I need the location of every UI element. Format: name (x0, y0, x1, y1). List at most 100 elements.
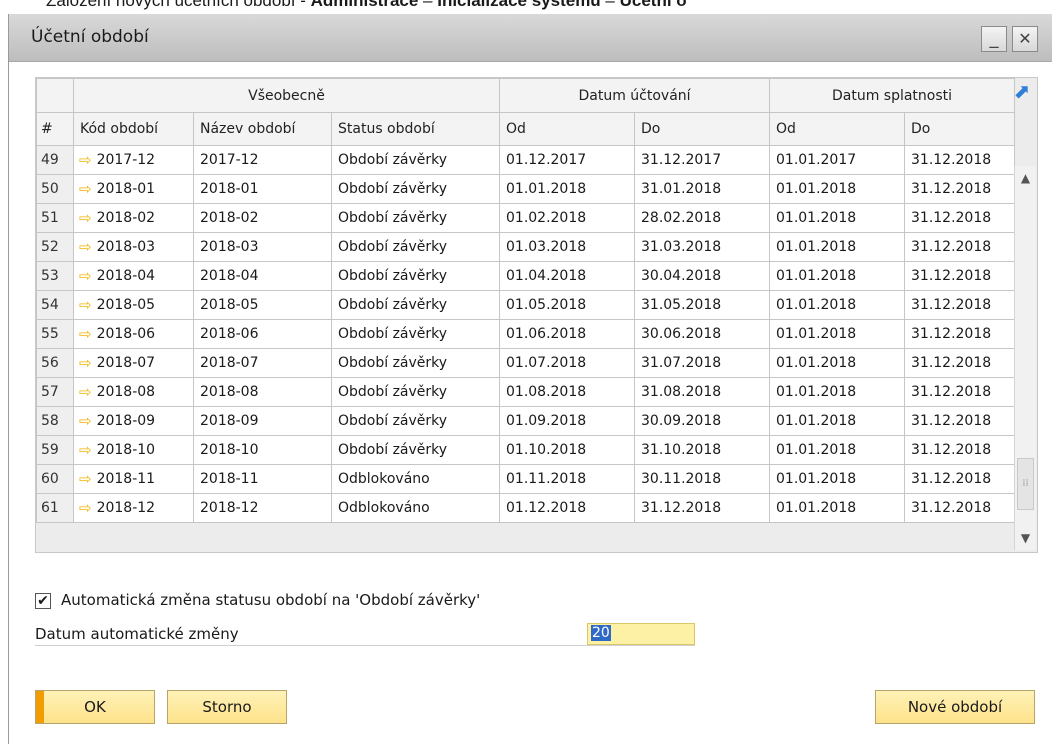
period-name-cell[interactable]: 2018-03 (193, 232, 332, 262)
due-to-cell[interactable]: 31.12.2018 (904, 203, 1015, 233)
due-from-cell[interactable]: 01.01.2018 (769, 435, 905, 465)
period-name-cell[interactable]: 2018-02 (193, 203, 332, 233)
period-code-cell[interactable]: ⇨ 2018-03 (73, 232, 194, 262)
posting-to-cell[interactable]: 28.02.2018 (634, 203, 770, 233)
arrow-right-icon[interactable]: ⇨ (79, 151, 92, 169)
due-from-cell[interactable]: 01.01.2018 (769, 203, 905, 233)
period-name-cell[interactable]: 2018-01 (193, 174, 332, 204)
arrow-right-icon[interactable]: ⇨ (79, 441, 92, 459)
due-from-cell[interactable]: 01.01.2018 (769, 406, 905, 436)
table-row[interactable]: 49 ⇨ 2017-12 2017-12 Období závěrky 01.12.201… (36, 145, 1015, 175)
table-row[interactable]: 55 ⇨ 2018-06 2018-06 Období závěrky 01.06.201… (36, 319, 1015, 349)
scroll-up-arrow-icon[interactable]: ▲ (1015, 166, 1036, 190)
posting-to-cell[interactable]: 31.12.2018 (634, 493, 770, 523)
period-code-cell[interactable]: ⇨ 2018-09 (73, 406, 194, 436)
period-status-cell[interactable]: Období závěrky (331, 232, 500, 262)
ok-button[interactable]: OK (35, 690, 155, 724)
arrow-right-icon[interactable]: ⇨ (79, 209, 92, 227)
vertical-scrollbar[interactable]: ▲ ⁞⁞ ▼ (1014, 166, 1036, 550)
period-status-cell[interactable]: Období závěrky (331, 377, 500, 407)
period-code-cell[interactable]: ⇨ 2018-11 (73, 464, 194, 494)
due-to-cell[interactable]: 31.12.2018 (904, 435, 1015, 465)
period-status-cell[interactable]: Období závěrky (331, 435, 500, 465)
row-number-cell[interactable]: 54 (36, 290, 74, 320)
period-code-cell[interactable]: ⇨ 2018-02 (73, 203, 194, 233)
period-status-cell[interactable]: Odblokováno (331, 493, 500, 523)
arrow-right-icon[interactable]: ⇨ (79, 412, 92, 430)
posting-from-cell[interactable]: 01.03.2018 (499, 232, 635, 262)
row-number-cell[interactable]: 50 (36, 174, 74, 204)
row-number-cell[interactable]: 53 (36, 261, 74, 291)
period-code-cell[interactable]: ⇨ 2018-10 (73, 435, 194, 465)
close-button[interactable]: ✕ (1012, 26, 1038, 52)
due-from-cell[interactable]: 01.01.2018 (769, 464, 905, 494)
posting-from-cell[interactable]: 01.04.2018 (499, 261, 635, 291)
table-row[interactable]: 58 ⇨ 2018-09 2018-09 Období závěrky 01.09.201… (36, 406, 1015, 436)
due-from-cell[interactable]: 01.01.2018 (769, 174, 905, 204)
posting-to-cell[interactable]: 31.08.2018 (634, 377, 770, 407)
table-row[interactable]: 54 ⇨ 2018-05 2018-05 Období závěrky 01.05.201… (36, 290, 1015, 320)
table-row[interactable]: 51 ⇨ 2018-02 2018-02 Období závěrky 01.02.201… (36, 203, 1015, 233)
period-status-cell[interactable]: Období závěrky (331, 203, 500, 233)
due-from-cell[interactable]: 01.01.2018 (769, 493, 905, 523)
period-code-cell[interactable]: ⇨ 2018-12 (73, 493, 194, 523)
posting-to-cell[interactable]: 31.03.2018 (634, 232, 770, 262)
table-row[interactable]: 57 ⇨ 2018-08 2018-08 Období závěrky 01.08.201… (36, 377, 1015, 407)
table-row[interactable]: 53 ⇨ 2018-04 2018-04 Období závěrky 01.04.201… (36, 261, 1015, 291)
posting-to-cell[interactable]: 31.10.2018 (634, 435, 770, 465)
row-number-cell[interactable]: 55 (36, 319, 74, 349)
scroll-down-arrow-icon[interactable]: ▼ (1015, 526, 1036, 550)
period-code-cell[interactable]: ⇨ 2018-04 (73, 261, 194, 291)
posting-to-cell[interactable]: 31.01.2018 (634, 174, 770, 204)
expand-icon[interactable]: ⬈ (1011, 80, 1033, 102)
posting-to-cell[interactable]: 31.05.2018 (634, 290, 770, 320)
table-row[interactable]: 52 ⇨ 2018-03 2018-03 Období závěrky 01.03.201… (36, 232, 1015, 262)
due-from-cell[interactable]: 01.01.2018 (769, 348, 905, 378)
posting-from-cell[interactable]: 01.10.2018 (499, 435, 635, 465)
period-status-cell[interactable]: Období závěrky (331, 319, 500, 349)
period-code-cell[interactable]: ⇨ 2018-06 (73, 319, 194, 349)
column-header-period-status[interactable]: Status období (331, 112, 500, 146)
posting-from-cell[interactable]: 01.11.2018 (499, 464, 635, 494)
period-code-cell[interactable]: ⇨ 2018-05 (73, 290, 194, 320)
period-status-cell[interactable]: Odblokováno (331, 464, 500, 494)
period-name-cell[interactable]: 2018-11 (193, 464, 332, 494)
period-status-cell[interactable]: Období závěrky (331, 145, 500, 175)
due-to-cell[interactable]: 31.12.2018 (904, 261, 1015, 291)
column-header-number[interactable]: # (36, 112, 74, 146)
row-number-cell[interactable]: 61 (36, 493, 74, 523)
row-number-cell[interactable]: 51 (36, 203, 74, 233)
due-to-cell[interactable]: 31.12.2018 (904, 145, 1015, 175)
period-name-cell[interactable]: 2018-12 (193, 493, 332, 523)
posting-to-cell[interactable]: 31.07.2018 (634, 348, 770, 378)
period-name-cell[interactable]: 2017-12 (193, 145, 332, 175)
cancel-button[interactable]: Storno (167, 690, 287, 724)
row-number-cell[interactable]: 56 (36, 348, 74, 378)
period-status-cell[interactable]: Období závěrky (331, 290, 500, 320)
arrow-right-icon[interactable]: ⇨ (79, 383, 92, 401)
new-period-button[interactable]: Nové období (875, 690, 1035, 724)
row-number-cell[interactable]: 59 (36, 435, 74, 465)
due-to-cell[interactable]: 31.12.2018 (904, 174, 1015, 204)
due-from-cell[interactable]: 01.01.2018 (769, 319, 905, 349)
due-from-cell[interactable]: 01.01.2017 (769, 145, 905, 175)
period-code-cell[interactable]: ⇨ 2017-12 (73, 145, 194, 175)
period-name-cell[interactable]: 2018-05 (193, 290, 332, 320)
auto-change-date-input[interactable]: 20 (587, 623, 695, 645)
posting-from-cell[interactable]: 01.02.2018 (499, 203, 635, 233)
due-to-cell[interactable]: 31.12.2018 (904, 348, 1015, 378)
arrow-right-icon[interactable]: ⇨ (79, 354, 92, 372)
posting-from-cell[interactable]: 01.12.2018 (499, 493, 635, 523)
period-name-cell[interactable]: 2018-06 (193, 319, 332, 349)
posting-from-cell[interactable]: 01.01.2018 (499, 174, 635, 204)
scroll-thumb[interactable]: ⁞⁞ (1017, 458, 1034, 510)
row-number-cell[interactable]: 60 (36, 464, 74, 494)
row-number-cell[interactable]: 58 (36, 406, 74, 436)
posting-to-cell[interactable]: 30.09.2018 (634, 406, 770, 436)
due-to-cell[interactable]: 31.12.2018 (904, 319, 1015, 349)
title-bar[interactable]: Účetní období _ ✕ (9, 14, 1052, 62)
due-to-cell[interactable]: 31.12.2018 (904, 232, 1015, 262)
arrow-right-icon[interactable]: ⇨ (79, 180, 92, 198)
auto-change-label[interactable]: Automatická změna statusu období na 'Obd… (61, 591, 480, 609)
period-name-cell[interactable]: 2018-10 (193, 435, 332, 465)
